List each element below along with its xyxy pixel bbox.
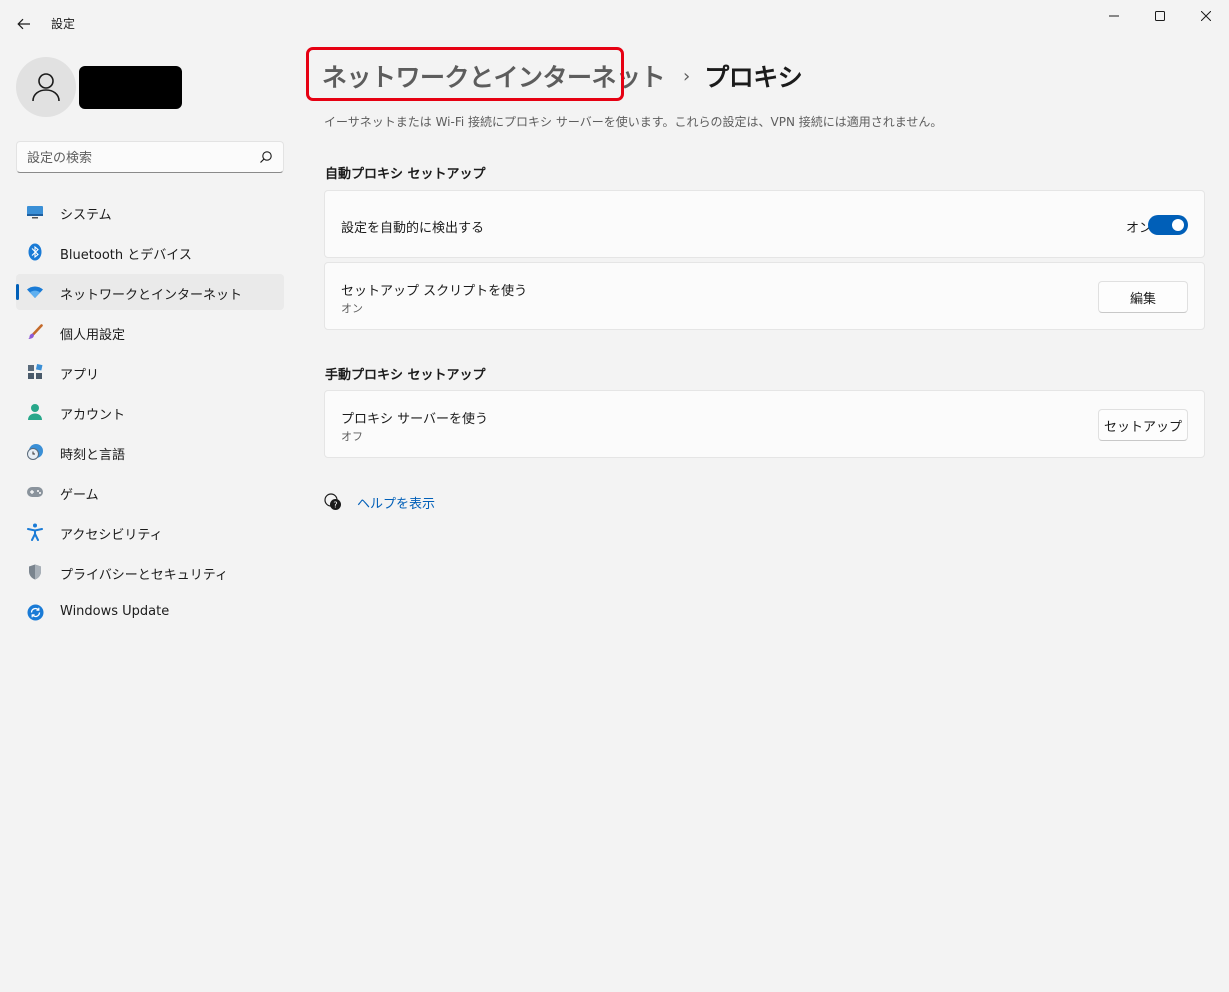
person-icon bbox=[32, 73, 60, 102]
update-icon bbox=[26, 603, 44, 621]
app-title: 設定 bbox=[51, 17, 76, 31]
bluetooth-icon bbox=[26, 243, 44, 261]
auto-detect-label: 設定を自動的に検出する bbox=[341, 221, 485, 236]
search-icon[interactable] bbox=[259, 150, 273, 164]
title-bar: 設定 bbox=[0, 0, 1229, 48]
brush-icon bbox=[26, 323, 44, 341]
system-icon bbox=[26, 203, 44, 221]
sidebar-item-label: システム bbox=[60, 208, 112, 223]
help-icon: ? bbox=[324, 493, 341, 510]
proxy-server-status: オフ bbox=[341, 430, 363, 443]
time-language-icon bbox=[26, 443, 44, 461]
setup-button[interactable]: セットアップ bbox=[1098, 409, 1188, 441]
back-button[interactable] bbox=[12, 10, 36, 38]
help-section: ? ヘルプを表示 bbox=[324, 492, 435, 512]
sidebar-item-label: ネットワークとインターネット bbox=[60, 288, 243, 303]
breadcrumb-chevron-icon: › bbox=[683, 65, 691, 87]
proxy-server-label: プロキシ サーバーを使う bbox=[341, 412, 489, 427]
profile-name-redacted bbox=[79, 66, 182, 109]
apps-icon bbox=[26, 363, 44, 381]
sidebar-item-label: Windows Update bbox=[60, 604, 170, 619]
sidebar-item-accounts[interactable]: アカウント bbox=[16, 394, 284, 430]
proxy-server-card: プロキシ サーバーを使う オフ セットアップ bbox=[324, 390, 1205, 458]
toggle-knob bbox=[1172, 219, 1184, 231]
sidebar-item-label: プライバシーとセキュリティ bbox=[60, 568, 228, 583]
search-input[interactable] bbox=[27, 148, 247, 168]
account-icon bbox=[26, 403, 44, 421]
setup-script-label: セットアップ スクリプトを使う bbox=[341, 284, 528, 299]
user-profile[interactable] bbox=[16, 57, 286, 117]
auto-detect-toggle[interactable] bbox=[1148, 215, 1188, 235]
sidebar-item-windows-update[interactable]: Windows Update bbox=[16, 594, 284, 630]
maximize-button[interactable] bbox=[1137, 0, 1183, 32]
sidebar-item-accessibility[interactable]: アクセシビリティ bbox=[16, 514, 284, 550]
sidebar-item-network[interactable]: ネットワークとインターネット bbox=[16, 274, 284, 310]
sidebar-item-personalization[interactable]: 個人用設定 bbox=[16, 314, 284, 350]
sidebar-item-label: 時刻と言語 bbox=[60, 448, 126, 463]
minimize-icon bbox=[1109, 15, 1119, 17]
close-button[interactable] bbox=[1183, 0, 1229, 32]
wifi-icon bbox=[26, 283, 44, 301]
auto-detect-card: 設定を自動的に検出する オン bbox=[324, 190, 1205, 258]
sidebar-item-label: アプリ bbox=[60, 368, 100, 383]
sidebar-item-label: アカウント bbox=[60, 408, 126, 423]
avatar bbox=[16, 57, 76, 117]
setup-script-status: オン bbox=[341, 302, 363, 315]
sidebar-item-gaming[interactable]: ゲーム bbox=[16, 474, 284, 510]
sidebar-item-label: アクセシビリティ bbox=[60, 528, 163, 543]
edit-button[interactable]: 編集 bbox=[1098, 281, 1188, 313]
sidebar-item-bluetooth[interactable]: Bluetooth とデバイス bbox=[16, 234, 284, 270]
setup-script-card: セットアップ スクリプトを使う オン 編集 bbox=[324, 262, 1205, 330]
help-link[interactable]: ヘルプを表示 bbox=[357, 493, 435, 512]
sidebar-item-system[interactable]: システム bbox=[16, 194, 284, 230]
section-title-manual-proxy: 手動プロキシ セットアップ bbox=[325, 368, 486, 383]
shield-icon bbox=[26, 563, 44, 581]
sidebar-item-label: ゲーム bbox=[60, 488, 99, 503]
sidebar-item-privacy[interactable]: プライバシーとセキュリティ bbox=[16, 554, 284, 590]
settings-search[interactable] bbox=[16, 141, 284, 173]
sidebar-item-label: Bluetooth とデバイス bbox=[60, 248, 192, 263]
sidebar-item-apps[interactable]: アプリ bbox=[16, 354, 284, 390]
gamepad-icon bbox=[26, 483, 44, 501]
sidebar-item-time-language[interactable]: 時刻と言語 bbox=[16, 434, 284, 470]
page-description: イーサネットまたは Wi-Fi 接続にプロキシ サーバーを使います。これらの設定… bbox=[324, 115, 943, 129]
minimize-button[interactable] bbox=[1091, 0, 1137, 32]
section-title-auto-proxy: 自動プロキシ セットアップ bbox=[325, 167, 486, 182]
maximize-icon bbox=[1155, 11, 1165, 21]
svg-text:?: ? bbox=[333, 501, 337, 510]
close-icon bbox=[1201, 11, 1211, 21]
back-arrow-icon bbox=[17, 18, 30, 30]
page-title: プロキシ bbox=[704, 63, 803, 92]
highlight-box bbox=[306, 47, 624, 101]
breadcrumb: ネットワークとインターネット › プロキシ bbox=[306, 47, 803, 101]
accessibility-icon bbox=[26, 523, 44, 541]
sidebar-nav: システム Bluetooth とデバイス ネットワークとインターネット 個人用設… bbox=[16, 194, 284, 634]
sidebar-item-label: 個人用設定 bbox=[60, 328, 126, 343]
